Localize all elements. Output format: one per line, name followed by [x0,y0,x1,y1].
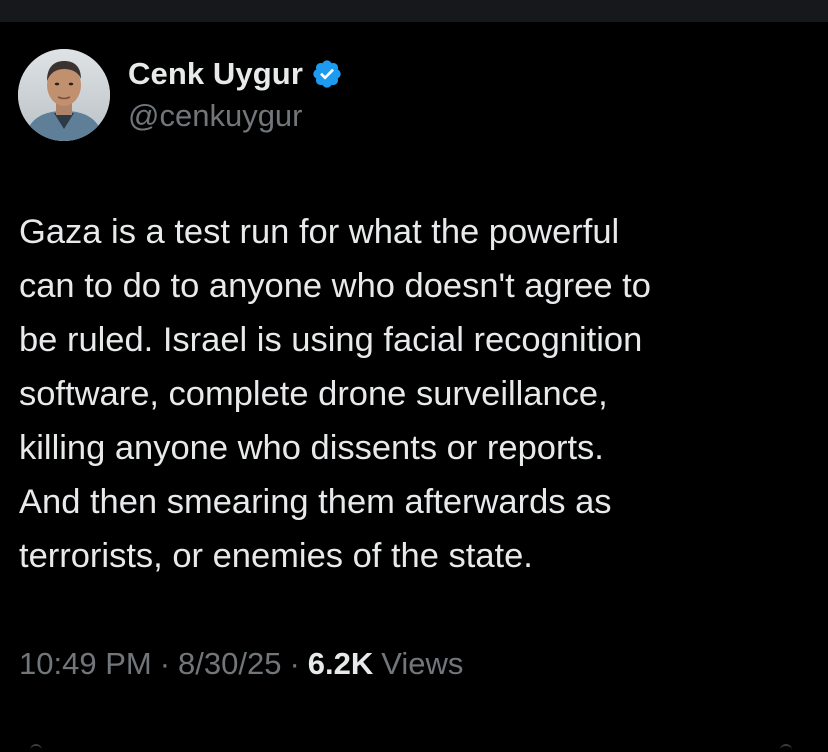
tweet-date[interactable]: 8/30/25 [178,646,281,682]
author-handle[interactable]: @cenkuygur [128,98,303,134]
top-strip [0,0,828,22]
verified-badge-icon[interactable] [311,58,343,90]
avatar-photo-icon [18,49,110,141]
views-label[interactable]: Views [381,646,463,682]
author-display-name[interactable]: Cenk Uygur [128,56,303,92]
meta-separator: · [159,646,171,681]
tweet-card: Cenk Uygur @cenkuygur Gaza is a test run… [0,22,828,746]
cut-off-action-icon [30,744,42,752]
tweet-time[interactable]: 10:49 PM [19,646,152,682]
cut-off-action-icon [780,744,792,752]
meta-separator: · [289,646,300,681]
views-count[interactable]: 6.2K [308,646,373,682]
author-name-row: Cenk Uygur [128,54,343,94]
tweet-text: Gaza is a test run for what the powerful… [19,213,651,575]
tweet-metadata: 10:49 PM · 8/30/25 · 6.2K Views [19,646,463,682]
avatar[interactable] [18,49,110,141]
